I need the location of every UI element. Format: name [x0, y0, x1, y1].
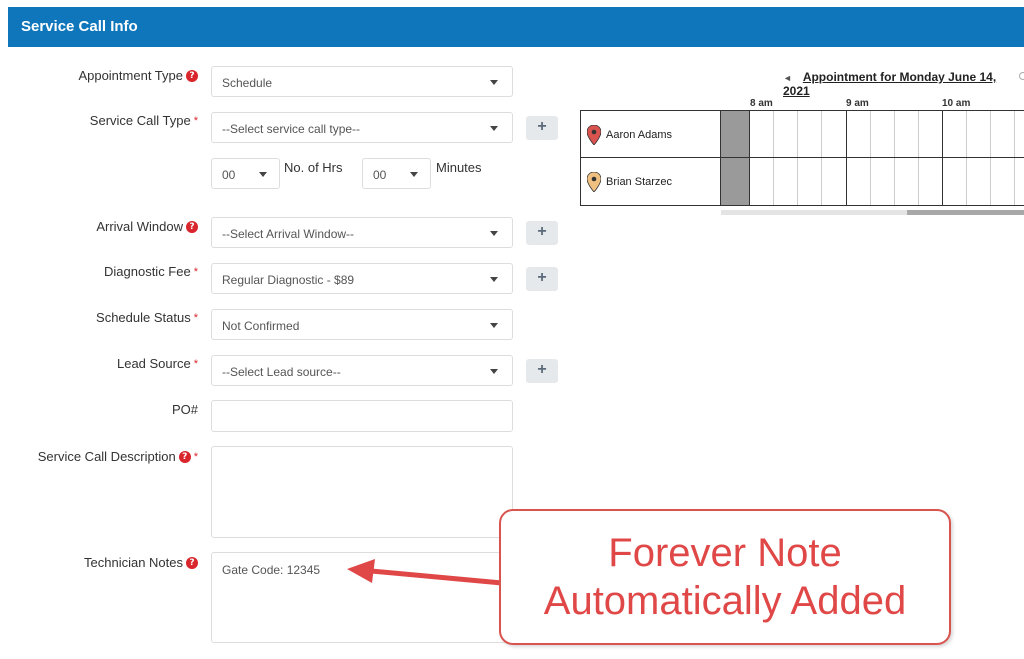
- previous-day-arrow-icon[interactable]: ◄: [783, 73, 792, 83]
- time-label-10am: 10 am: [942, 98, 971, 109]
- clock-icon: [1019, 72, 1024, 80]
- map-pin-icon: [587, 124, 601, 145]
- scheduler-date-link[interactable]: Appointment for Monday June 14, 2021: [783, 70, 996, 98]
- annotation-arrow-icon: [347, 559, 505, 586]
- time-label-9am: 9 am: [846, 98, 869, 109]
- caret-down-icon: [490, 80, 498, 85]
- grid-line: [749, 111, 750, 205]
- technician-name: Brian Starzec: [606, 175, 673, 188]
- caret-down-icon: [410, 172, 418, 177]
- po-label: PO#: [171, 402, 198, 417]
- grid-line: [846, 111, 847, 205]
- caret-down-icon: [490, 231, 498, 236]
- technician-name: Aaron Adams: [606, 128, 673, 141]
- help-icon[interactable]: ?: [186, 69, 198, 82]
- grid-line: [990, 111, 991, 205]
- help-icon[interactable]: ?: [186, 220, 198, 233]
- appointment-type-select[interactable]: Schedule: [211, 66, 513, 97]
- caret-down-icon: [490, 277, 498, 282]
- scheduler-header: ◄ Appointment for Monday June 14, 2021: [783, 70, 1024, 98]
- annotation-callout: Forever Note Automatically Added: [499, 509, 951, 645]
- grid-line: [894, 111, 895, 205]
- arrival-window-select[interactable]: --Select Arrival Window--: [211, 217, 513, 248]
- help-icon[interactable]: ?: [186, 556, 198, 569]
- add-diagnostic-fee-button[interactable]: +: [526, 267, 558, 291]
- unavailable-block: [721, 111, 749, 205]
- caret-down-icon: [490, 323, 498, 328]
- description-label: Service Call Description ? *: [37, 449, 198, 464]
- diagnostic-fee-select[interactable]: Regular Diagnostic - $89: [211, 263, 513, 294]
- scheduler-grid[interactable]: Aaron Adams Brian Starzec: [580, 110, 1024, 206]
- required-asterisk: *: [193, 357, 198, 370]
- caret-down-icon: [490, 126, 498, 131]
- add-service-call-type-button[interactable]: +: [526, 116, 558, 140]
- caret-down-icon: [259, 172, 267, 177]
- caret-down-icon: [490, 369, 498, 374]
- section-header: Service Call Info: [8, 7, 1024, 47]
- grid-line: [918, 111, 919, 205]
- description-textarea[interactable]: [211, 446, 513, 538]
- lead-source-select[interactable]: --Select Lead source--: [211, 355, 513, 386]
- arrival-window-label: Arrival Window ?: [96, 219, 198, 234]
- callout-line-1: Forever Note: [608, 531, 842, 575]
- map-pin-icon: [587, 171, 601, 192]
- section-title: Service Call Info: [21, 18, 138, 35]
- diagnostic-fee-label: Diagnostic Fee *: [104, 264, 198, 279]
- help-icon[interactable]: ?: [178, 450, 191, 463]
- grid-line: [797, 111, 798, 205]
- grid-line: [821, 111, 822, 205]
- appointment-type-label: Appointment Type ?: [78, 68, 198, 83]
- technician-row[interactable]: Brian Starzec: [581, 158, 721, 205]
- lead-source-label: Lead Source *: [116, 356, 198, 371]
- hours-label: No. of Hrs: [284, 160, 343, 175]
- minutes-select[interactable]: 00: [362, 158, 431, 189]
- grid-line: [966, 111, 967, 205]
- required-asterisk: *: [193, 450, 198, 463]
- po-input[interactable]: [211, 400, 513, 432]
- technician-row[interactable]: Aaron Adams: [581, 111, 721, 158]
- grid-line: [1014, 111, 1015, 205]
- grid-line: [773, 111, 774, 205]
- minutes-label: Minutes: [436, 160, 482, 175]
- time-label-8am: 8 am: [750, 98, 773, 109]
- add-arrival-window-button[interactable]: +: [526, 221, 558, 245]
- grid-line: [870, 111, 871, 205]
- technician-notes-label: Technician Notes ?: [84, 555, 198, 570]
- service-call-type-select[interactable]: --Select service call type--: [211, 112, 513, 143]
- required-asterisk: *: [193, 265, 198, 278]
- add-lead-source-button[interactable]: +: [526, 359, 558, 383]
- scrollbar-thumb[interactable]: [907, 210, 1024, 215]
- schedule-status-select[interactable]: Not Confirmed: [211, 309, 513, 340]
- schedule-status-label: Schedule Status *: [96, 310, 198, 325]
- grid-line: [942, 111, 943, 205]
- required-asterisk: *: [193, 114, 198, 127]
- hours-select[interactable]: 00: [211, 158, 280, 189]
- service-call-type-label: Service Call Type *: [89, 113, 198, 128]
- required-asterisk: *: [193, 311, 198, 324]
- callout-line-2: Automatically Added: [543, 579, 907, 623]
